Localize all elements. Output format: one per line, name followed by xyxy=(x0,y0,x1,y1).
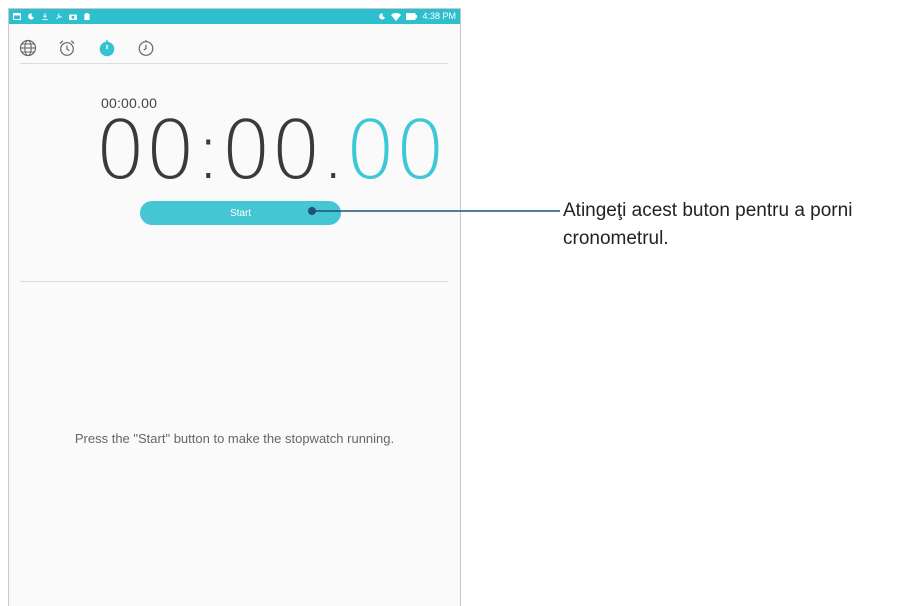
callout-text: Atingeţi acest buton pentru a porni cron… xyxy=(563,200,853,249)
callout-pointer xyxy=(308,207,560,215)
